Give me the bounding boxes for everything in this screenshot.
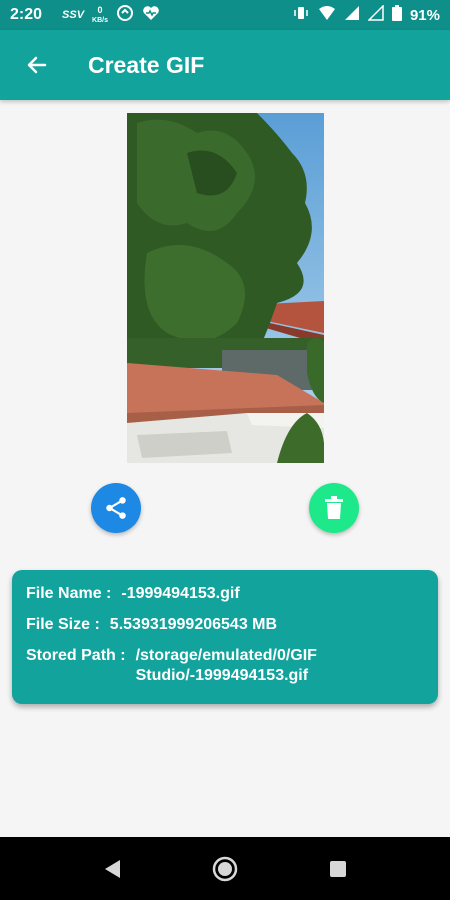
nav-recents-button[interactable] xyxy=(308,837,368,900)
file-info-card: File Name : -1999494153.gif File Size : … xyxy=(12,570,438,704)
app-bar: Create GIF xyxy=(0,30,450,100)
back-button[interactable] xyxy=(22,50,52,80)
file-name-row: File Name : -1999494153.gif xyxy=(26,584,424,604)
stored-path-row: Stored Path : /storage/emulated/0/GIF St… xyxy=(26,646,424,686)
file-size-label: File Size : xyxy=(26,616,100,633)
network-speed-value: 0 xyxy=(97,4,103,15)
gif-preview-image xyxy=(127,113,324,463)
ssv-icon: SSV xyxy=(62,9,85,21)
trash-icon xyxy=(325,496,343,519)
battery-icon xyxy=(391,5,402,25)
status-bar: 2:20 SSV 0 KB/s 91% xyxy=(0,0,450,30)
file-name-value: -1999494153.gif xyxy=(121,585,240,602)
signal-icon-2 xyxy=(367,4,384,25)
file-size-row: File Size : 5.53931999206543 MB xyxy=(26,615,424,635)
network-speed: 0 KB/s xyxy=(92,4,108,25)
share-icon xyxy=(106,497,126,519)
share-button[interactable] xyxy=(91,483,141,533)
signal-icon xyxy=(344,5,360,25)
delete-button[interactable] xyxy=(309,483,359,533)
stored-path-value: /storage/emulated/0/GIF Studio/-19994941… xyxy=(135,647,317,684)
status-time: 2:20 xyxy=(10,6,43,23)
status-left: 2:20 SSV 0 KB/s xyxy=(10,4,160,26)
wifi-icon xyxy=(318,5,336,25)
square-recents-icon xyxy=(330,860,346,877)
file-name-label: File Name : xyxy=(26,585,112,602)
stored-path-label: Stored Path : xyxy=(26,647,126,664)
battery-level: 91% xyxy=(409,6,440,24)
arrow-left-icon xyxy=(27,56,47,74)
page-title: Create GIF xyxy=(88,51,205,78)
vibrate-icon xyxy=(292,5,310,25)
status-right: 91% xyxy=(292,4,440,25)
nav-back-button[interactable] xyxy=(82,837,142,900)
nav-home-button[interactable] xyxy=(195,837,255,900)
system-nav-bar xyxy=(0,837,450,900)
circle-home-icon xyxy=(212,856,238,881)
data-saver-icon xyxy=(116,4,134,26)
triangle-back-icon xyxy=(105,859,120,878)
heart-monitor-icon xyxy=(142,5,160,25)
network-speed-unit: KB/s xyxy=(92,16,108,24)
file-size-value: 5.53931999206543 MB xyxy=(109,616,278,633)
